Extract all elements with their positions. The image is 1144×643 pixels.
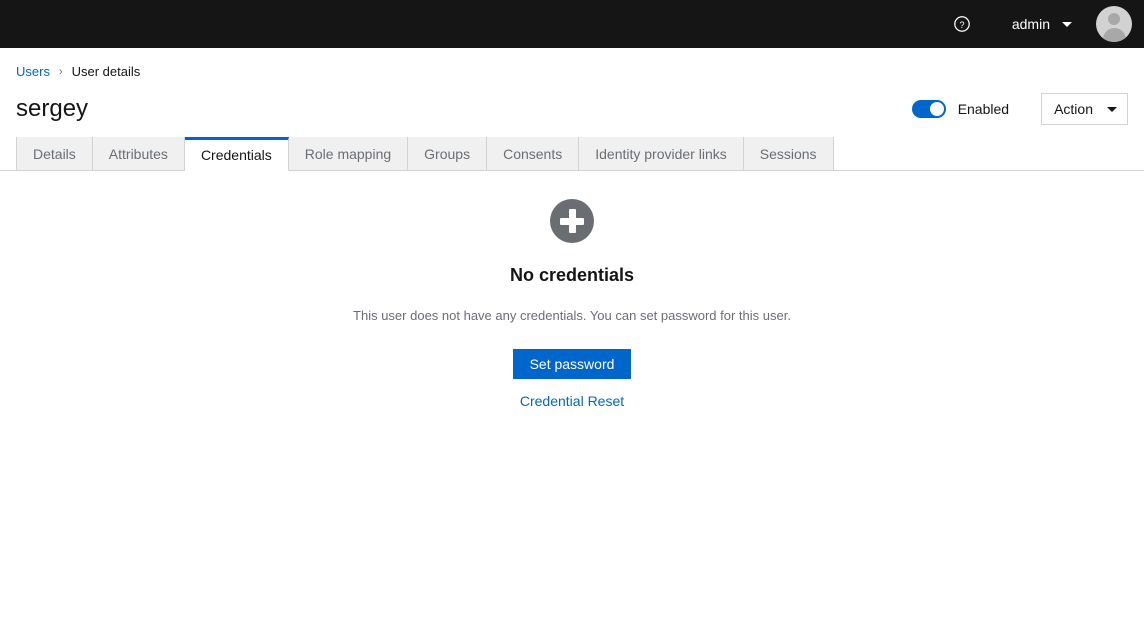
avatar-head-shape	[1108, 13, 1120, 25]
tab-bar: Details Attributes Credentials Role mapping…	[0, 137, 1144, 171]
user-menu-toggle[interactable]: admin	[1012, 17, 1072, 31]
breadcrumb: Users › User details	[16, 64, 1128, 79]
tab-role-mapping[interactable]: Role mapping	[288, 137, 409, 170]
tab-identity-provider-links[interactable]: Identity provider links	[579, 137, 744, 170]
enabled-toggle-label: Enabled	[957, 101, 1010, 117]
tab-sessions[interactable]: Sessions	[743, 137, 834, 170]
page-header: Users › User details sergey Enabled Acti…	[0, 48, 1144, 137]
tab-attributes[interactable]: Attributes	[92, 137, 185, 170]
empty-state-description: This user does not have any credentials.…	[353, 308, 791, 323]
enabled-toggle[interactable]	[911, 100, 946, 118]
main-content: No credentials This user does not have a…	[0, 171, 1144, 627]
tab-groups[interactable]: Groups	[408, 137, 488, 170]
breadcrumb-item-current: User details	[71, 64, 141, 79]
enabled-toggle-group: Enabled	[911, 100, 1010, 118]
action-dropdown-label: Action	[1054, 101, 1093, 117]
tab-credentials[interactable]: Credentials	[184, 137, 289, 171]
credential-reset-link[interactable]: Credential Reset	[520, 393, 624, 409]
plus-circle-icon	[550, 199, 594, 243]
chevron-down-icon	[1062, 21, 1072, 27]
help-icon[interactable]: ?	[944, 6, 980, 42]
tab-consents[interactable]: Consents	[487, 137, 580, 170]
masthead: ? admin	[0, 0, 1144, 48]
page-header-actions: Enabled Action	[911, 93, 1128, 125]
avatar[interactable]	[1096, 6, 1132, 42]
toggle-knob	[929, 102, 944, 116]
page-title: sergey	[16, 94, 89, 122]
tab-details[interactable]: Details	[16, 137, 93, 170]
set-password-button[interactable]: Set password	[512, 349, 632, 379]
avatar-body-shape	[1102, 28, 1126, 42]
action-dropdown-button[interactable]: Action	[1041, 93, 1128, 125]
svg-text:?: ?	[959, 20, 964, 30]
title-row: sergey Enabled Action	[16, 93, 1128, 137]
user-menu-label: admin	[1011, 16, 1050, 32]
masthead-toolbar: ? admin	[944, 6, 1132, 42]
empty-state: No credentials This user does not have a…	[0, 171, 1144, 409]
plus-vertical-bar	[568, 209, 576, 233]
breadcrumb-separator-icon: ›	[58, 65, 63, 78]
empty-state-title: No credentials	[509, 265, 635, 285]
breadcrumb-item-users[interactable]: Users	[16, 64, 50, 79]
caret-down-icon	[1107, 106, 1117, 112]
